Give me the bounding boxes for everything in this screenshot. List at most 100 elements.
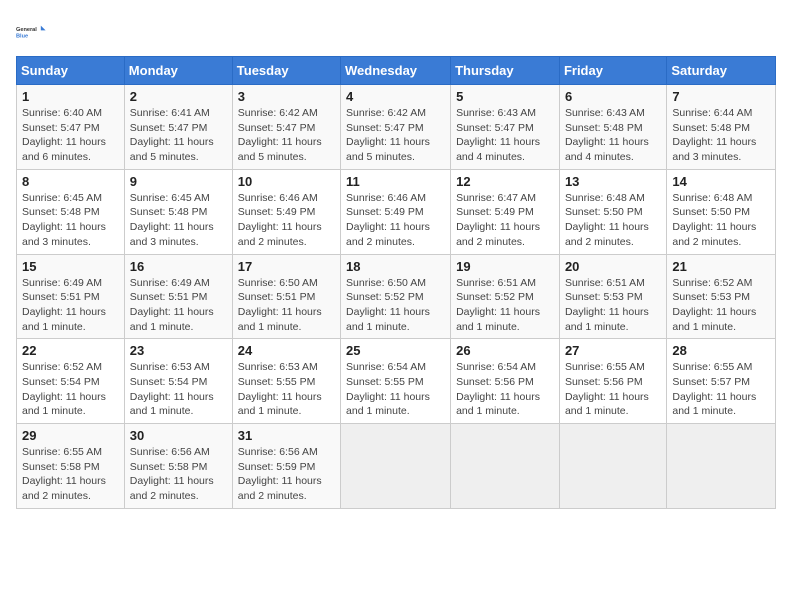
day-info: Sunrise: 6:56 AM Sunset: 5:58 PM Dayligh…: [130, 445, 227, 504]
day-number: 15: [22, 259, 119, 274]
day-number: 12: [456, 174, 554, 189]
day-number: 25: [346, 343, 445, 358]
day-info: Sunrise: 6:40 AM Sunset: 5:47 PM Dayligh…: [22, 106, 119, 165]
day-cell: 19 Sunrise: 6:51 AM Sunset: 5:52 PM Dayli…: [451, 254, 560, 339]
days-of-week-row: SundayMondayTuesdayWednesdayThursdayFrid…: [17, 57, 776, 85]
day-info: Sunrise: 6:47 AM Sunset: 5:49 PM Dayligh…: [456, 191, 554, 250]
day-info: Sunrise: 6:55 AM Sunset: 5:58 PM Dayligh…: [22, 445, 119, 504]
day-cell: 10 Sunrise: 6:46 AM Sunset: 5:49 PM Dayli…: [232, 169, 340, 254]
day-info: Sunrise: 6:46 AM Sunset: 5:49 PM Dayligh…: [238, 191, 335, 250]
day-number: 3: [238, 89, 335, 104]
col-header-thursday: Thursday: [451, 57, 560, 85]
col-header-saturday: Saturday: [667, 57, 776, 85]
day-number: 5: [456, 89, 554, 104]
col-header-tuesday: Tuesday: [232, 57, 340, 85]
day-number: 13: [565, 174, 661, 189]
day-number: 24: [238, 343, 335, 358]
day-number: 7: [672, 89, 770, 104]
day-number: 28: [672, 343, 770, 358]
day-cell: 28 Sunrise: 6:55 AM Sunset: 5:57 PM Dayli…: [667, 339, 776, 424]
day-info: Sunrise: 6:41 AM Sunset: 5:47 PM Dayligh…: [130, 106, 227, 165]
day-cell: 23Sunrise: 6:53 AM Sunset: 5:54 PM Dayli…: [124, 339, 232, 424]
day-number: 8: [22, 174, 119, 189]
day-number: 6: [565, 89, 661, 104]
day-number: 31: [238, 428, 335, 443]
svg-text:General: General: [16, 27, 37, 33]
col-header-monday: Monday: [124, 57, 232, 85]
day-info: Sunrise: 6:56 AM Sunset: 5:59 PM Dayligh…: [238, 445, 335, 504]
day-cell: 1 Sunrise: 6:40 AM Sunset: 5:47 PM Daylig…: [17, 85, 125, 170]
day-info: Sunrise: 6:48 AM Sunset: 5:50 PM Dayligh…: [565, 191, 661, 250]
week-row-3: 15 Sunrise: 6:49 AM Sunset: 5:51 PM Dayli…: [17, 254, 776, 339]
day-number: 27: [565, 343, 661, 358]
day-cell: 8 Sunrise: 6:45 AM Sunset: 5:48 PM Daylig…: [17, 169, 125, 254]
day-info: Sunrise: 6:50 AM Sunset: 5:52 PM Dayligh…: [346, 276, 445, 335]
day-info: Sunrise: 6:44 AM Sunset: 5:48 PM Dayligh…: [672, 106, 770, 165]
day-info: Sunrise: 6:42 AM Sunset: 5:47 PM Dayligh…: [346, 106, 445, 165]
day-cell: 22Sunrise: 6:52 AM Sunset: 5:54 PM Dayli…: [17, 339, 125, 424]
day-number: 29: [22, 428, 119, 443]
day-number: 19: [456, 259, 554, 274]
day-number: 20: [565, 259, 661, 274]
day-number: 30: [130, 428, 227, 443]
day-cell: 6 Sunrise: 6:43 AM Sunset: 5:48 PM Daylig…: [559, 85, 666, 170]
day-number: 17: [238, 259, 335, 274]
day-number: 11: [346, 174, 445, 189]
day-number: 10: [238, 174, 335, 189]
day-cell: 18 Sunrise: 6:50 AM Sunset: 5:52 PM Dayli…: [341, 254, 451, 339]
day-info: Sunrise: 6:52 AM Sunset: 5:53 PM Dayligh…: [672, 276, 770, 335]
day-cell: 11 Sunrise: 6:46 AM Sunset: 5:49 PM Dayli…: [341, 169, 451, 254]
day-cell: 26 Sunrise: 6:54 AM Sunset: 5:56 PM Dayli…: [451, 339, 560, 424]
day-info: Sunrise: 6:46 AM Sunset: 5:49 PM Dayligh…: [346, 191, 445, 250]
day-info: Sunrise: 6:55 AM Sunset: 5:57 PM Dayligh…: [672, 360, 770, 419]
logo-icon: GeneralBlue: [16, 16, 48, 48]
day-number: 18: [346, 259, 445, 274]
week-row-5: 29 Sunrise: 6:55 AM Sunset: 5:58 PM Dayli…: [17, 424, 776, 509]
day-number: 23: [130, 343, 227, 358]
day-info: Sunrise: 6:49 AM Sunset: 5:51 PM Dayligh…: [22, 276, 119, 335]
day-cell: [559, 424, 666, 509]
day-number: 14: [672, 174, 770, 189]
day-cell: 12 Sunrise: 6:47 AM Sunset: 5:49 PM Dayli…: [451, 169, 560, 254]
day-number: 4: [346, 89, 445, 104]
day-info: Sunrise: 6:45 AM Sunset: 5:48 PM Dayligh…: [130, 191, 227, 250]
day-cell: 3Sunrise: 6:42 AM Sunset: 5:47 PM Daylig…: [232, 85, 340, 170]
day-cell: 9 Sunrise: 6:45 AM Sunset: 5:48 PM Daylig…: [124, 169, 232, 254]
week-row-1: 1 Sunrise: 6:40 AM Sunset: 5:47 PM Daylig…: [17, 85, 776, 170]
day-number: 9: [130, 174, 227, 189]
day-cell: 17Sunrise: 6:50 AM Sunset: 5:51 PM Dayli…: [232, 254, 340, 339]
day-cell: [341, 424, 451, 509]
col-header-wednesday: Wednesday: [341, 57, 451, 85]
day-cell: 27 Sunrise: 6:55 AM Sunset: 5:56 PM Dayli…: [559, 339, 666, 424]
day-cell: 31 Sunrise: 6:56 AM Sunset: 5:59 PM Dayli…: [232, 424, 340, 509]
day-number: 16: [130, 259, 227, 274]
day-info: Sunrise: 6:54 AM Sunset: 5:56 PM Dayligh…: [456, 360, 554, 419]
day-number: 2: [130, 89, 227, 104]
day-info: Sunrise: 6:45 AM Sunset: 5:48 PM Dayligh…: [22, 191, 119, 250]
day-cell: 30 Sunrise: 6:56 AM Sunset: 5:58 PM Dayli…: [124, 424, 232, 509]
day-cell: 21 Sunrise: 6:52 AM Sunset: 5:53 PM Dayli…: [667, 254, 776, 339]
col-header-friday: Friday: [559, 57, 666, 85]
svg-text:Blue: Blue: [16, 34, 28, 40]
day-cell: [451, 424, 560, 509]
day-cell: 5Sunrise: 6:43 AM Sunset: 5:47 PM Daylig…: [451, 85, 560, 170]
day-number: 26: [456, 343, 554, 358]
day-cell: [667, 424, 776, 509]
day-cell: 25 Sunrise: 6:54 AM Sunset: 5:55 PM Dayli…: [341, 339, 451, 424]
week-row-2: 8 Sunrise: 6:45 AM Sunset: 5:48 PM Daylig…: [17, 169, 776, 254]
day-cell: 20Sunrise: 6:51 AM Sunset: 5:53 PM Dayli…: [559, 254, 666, 339]
day-cell: 29 Sunrise: 6:55 AM Sunset: 5:58 PM Dayli…: [17, 424, 125, 509]
day-cell: 7 Sunrise: 6:44 AM Sunset: 5:48 PM Daylig…: [667, 85, 776, 170]
day-info: Sunrise: 6:49 AM Sunset: 5:51 PM Dayligh…: [130, 276, 227, 335]
day-number: 21: [672, 259, 770, 274]
day-info: Sunrise: 6:51 AM Sunset: 5:52 PM Dayligh…: [456, 276, 554, 335]
week-row-4: 22Sunrise: 6:52 AM Sunset: 5:54 PM Dayli…: [17, 339, 776, 424]
day-info: Sunrise: 6:48 AM Sunset: 5:50 PM Dayligh…: [672, 191, 770, 250]
day-cell: 13 Sunrise: 6:48 AM Sunset: 5:50 PM Dayli…: [559, 169, 666, 254]
day-number: 22: [22, 343, 119, 358]
day-info: Sunrise: 6:55 AM Sunset: 5:56 PM Dayligh…: [565, 360, 661, 419]
day-info: Sunrise: 6:43 AM Sunset: 5:48 PM Dayligh…: [565, 106, 661, 165]
day-cell: 16 Sunrise: 6:49 AM Sunset: 5:51 PM Dayli…: [124, 254, 232, 339]
day-info: Sunrise: 6:54 AM Sunset: 5:55 PM Dayligh…: [346, 360, 445, 419]
day-number: 1: [22, 89, 119, 104]
